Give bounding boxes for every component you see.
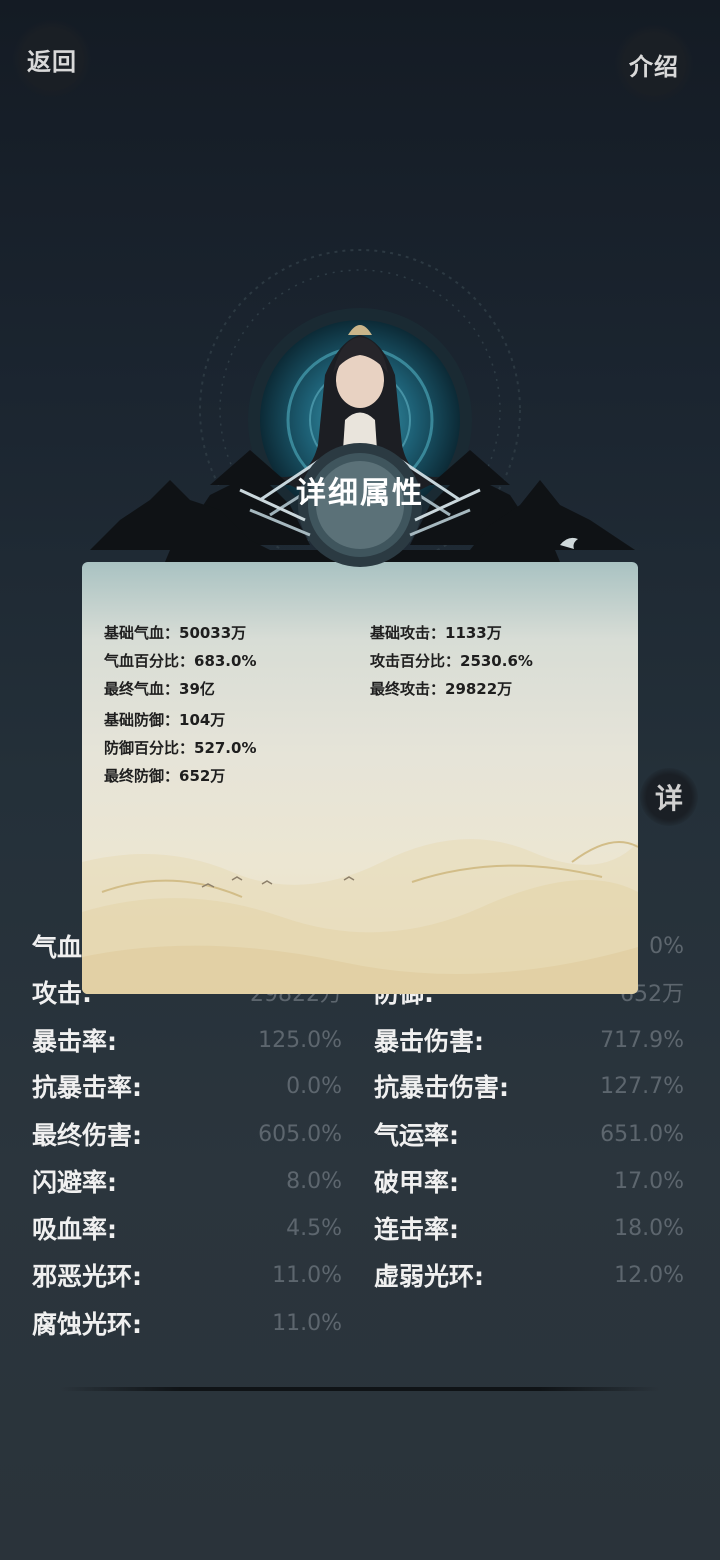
- detail-attributes-popup[interactable]: 基础气血：50033万 气血百分比：683.0% 最终气血：39亿 基础防御：1…: [82, 562, 638, 994]
- attr-defense-percent: 防御百分比：527.0%: [104, 739, 257, 757]
- stat-row: 抗暴击率: 0.0%: [32, 1066, 342, 1106]
- stat-value: 11.0%: [272, 1310, 342, 1336]
- stat-label: 暴击伤害:: [374, 1027, 484, 1056]
- stat-row: 邪恶光环: 11.0%: [32, 1255, 342, 1295]
- stat-row: 闪避率: 8.0%: [32, 1161, 342, 1201]
- attr-final-hp: 最终气血：39亿: [104, 680, 215, 698]
- intro-button-label: 介绍: [629, 52, 679, 81]
- popup-title: 详细属性: [296, 476, 424, 511]
- stat-label: 腐蚀光环:: [32, 1310, 142, 1339]
- stat-value: 17.0%: [614, 1168, 684, 1194]
- stat-value: 0.0%: [286, 1073, 342, 1099]
- stat-label: 抗暴击伤害:: [374, 1073, 509, 1102]
- stat-row: 气运率: 651.0%: [374, 1114, 684, 1154]
- stat-label: 连击率:: [374, 1215, 459, 1244]
- attr-hp-percent: 气血百分比：683.0%: [104, 652, 257, 670]
- attr-base-defense: 基础防御：104万: [104, 711, 226, 729]
- stat-value: 8.0%: [286, 1168, 342, 1194]
- stat-value: 0%: [649, 933, 684, 959]
- stat-row: 暴击伤害: 717.9%: [374, 1020, 684, 1060]
- stat-label: 破甲率:: [374, 1168, 459, 1197]
- stat-value: 605.0%: [258, 1121, 342, 1147]
- back-button-label: 返回: [27, 47, 77, 76]
- stat-row: 腐蚀光环: 11.0%: [32, 1303, 342, 1343]
- stat-value: 18.0%: [614, 1215, 684, 1241]
- stat-row: 最终伤害: 605.0%: [32, 1114, 342, 1154]
- stat-row: 抗暴击伤害: 127.7%: [374, 1066, 684, 1106]
- stat-row: 虚弱光环: 12.0%: [374, 1255, 684, 1295]
- stat-label: 抗暴击率:: [32, 1073, 142, 1102]
- stat-label: 闪避率:: [32, 1168, 117, 1197]
- intro-button[interactable]: 介绍: [615, 25, 693, 103]
- stat-row: 暴击率: 125.0%: [32, 1020, 342, 1060]
- stat-value: 12.0%: [614, 1262, 684, 1288]
- side-tab-label: 详: [654, 782, 683, 815]
- stat-value: 651.0%: [600, 1121, 684, 1147]
- stat-label: 气运率:: [374, 1121, 459, 1150]
- detail-side-tab[interactable]: 详: [640, 768, 698, 826]
- stat-label: 暴击率:: [32, 1027, 117, 1056]
- attr-final-defense: 最终防御：652万: [104, 767, 226, 785]
- stat-value: 717.9%: [600, 1027, 684, 1053]
- stat-label: 虚弱光环:: [374, 1262, 484, 1291]
- attr-base-hp: 基础气血：50033万: [104, 624, 247, 642]
- stat-value: 125.0%: [258, 1027, 342, 1053]
- divider: [60, 1387, 660, 1391]
- back-button[interactable]: 返回: [13, 20, 91, 98]
- stat-value: 11.0%: [272, 1262, 342, 1288]
- attr-final-attack: 最终攻击：29822万: [370, 680, 513, 698]
- stat-label: 邪恶光环:: [32, 1262, 142, 1291]
- stat-row: 连击率: 18.0%: [374, 1208, 684, 1248]
- attr-attack-percent: 攻击百分比：2530.6%: [370, 652, 533, 670]
- stat-row: 吸血率: 4.5%: [32, 1208, 342, 1248]
- stat-value: 127.7%: [600, 1073, 684, 1099]
- stat-value: 4.5%: [286, 1215, 342, 1241]
- attr-base-attack: 基础攻击：1133万: [370, 624, 502, 642]
- stat-row: 破甲率: 17.0%: [374, 1161, 684, 1201]
- stat-label: 吸血率:: [32, 1215, 117, 1244]
- stat-label: 最终伤害:: [32, 1121, 142, 1150]
